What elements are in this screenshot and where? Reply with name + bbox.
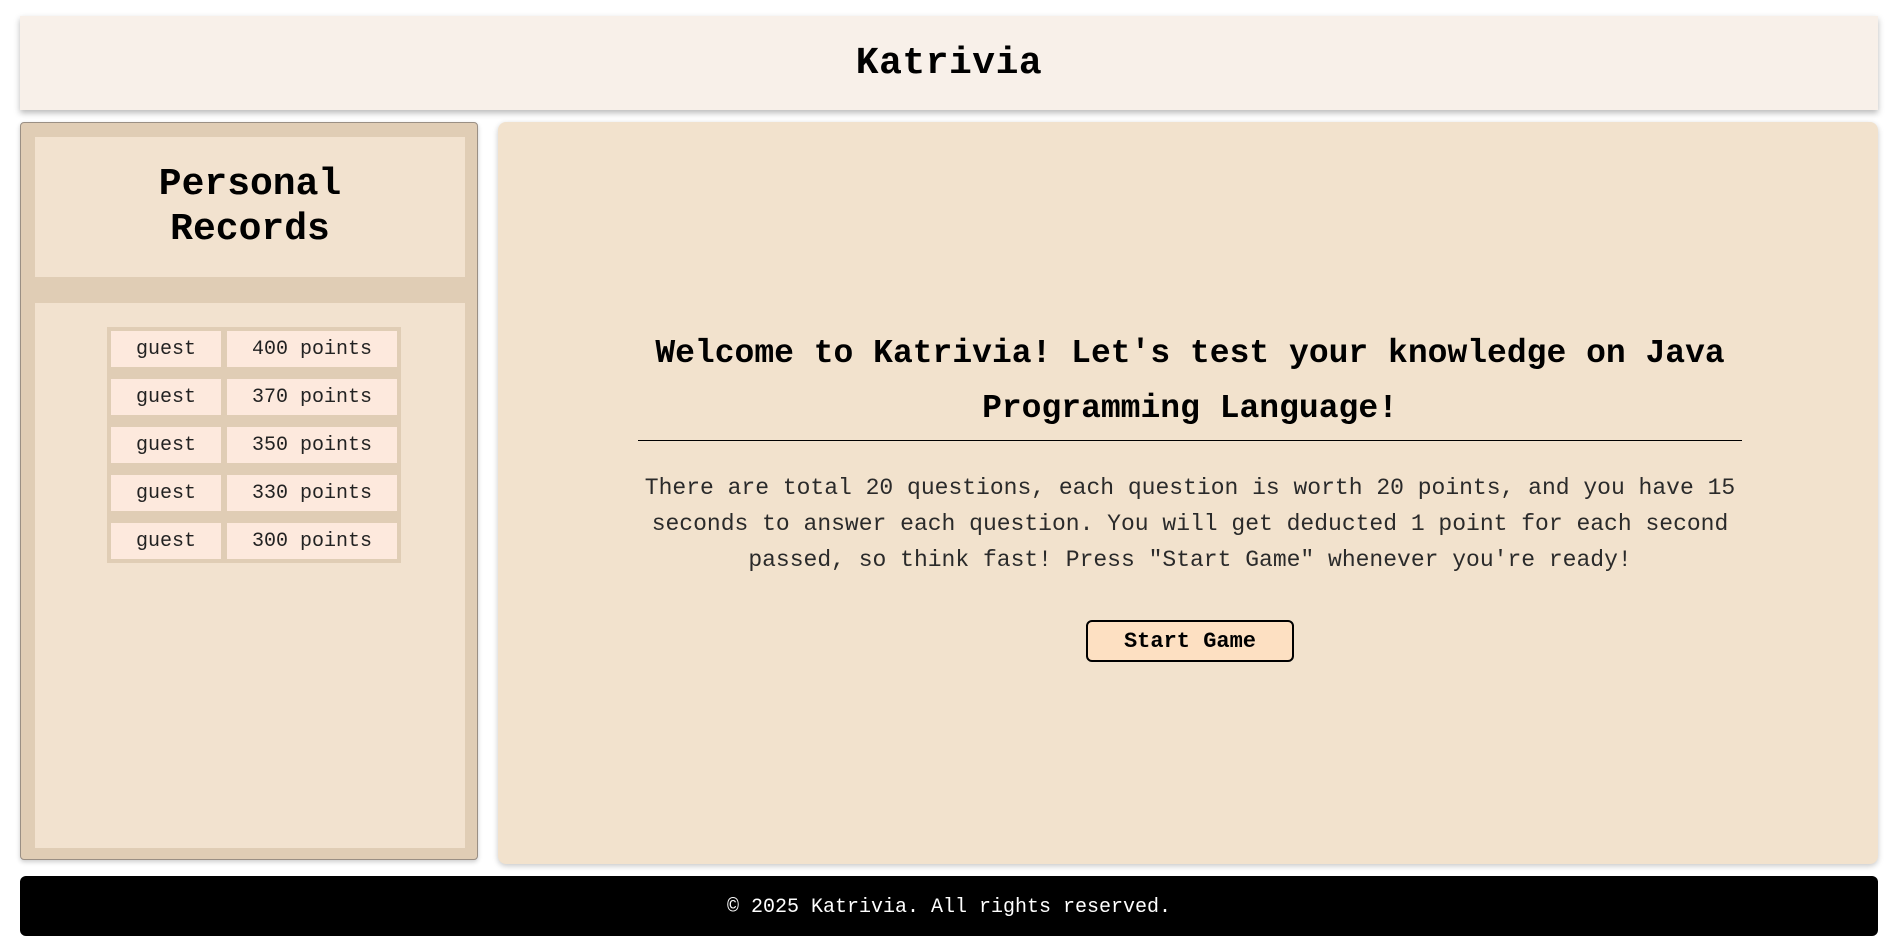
record-row: guest 400 points bbox=[111, 331, 397, 367]
record-row: guest 330 points bbox=[111, 475, 397, 511]
record-row: guest 300 points bbox=[111, 523, 397, 559]
record-row: guest 370 points bbox=[111, 379, 397, 415]
copyright-text: © 2025 Katrivia. All rights reserved. bbox=[726, 896, 1172, 919]
start-game-button[interactable]: Start Game bbox=[1086, 620, 1294, 662]
record-score: 370 points bbox=[227, 379, 397, 415]
record-score: 330 points bbox=[227, 475, 397, 511]
record-name: guest bbox=[111, 379, 221, 415]
records-table: guest 400 points guest 370 points guest … bbox=[107, 327, 401, 563]
records-header: Personal Records bbox=[35, 137, 465, 277]
records-sidebar: Personal Records guest 400 points guest … bbox=[20, 122, 478, 860]
records-body: guest 400 points guest 370 points guest … bbox=[35, 303, 465, 848]
record-score: 350 points bbox=[227, 427, 397, 463]
record-name: guest bbox=[111, 523, 221, 559]
app-title: Katrivia bbox=[855, 41, 1043, 85]
record-name: guest bbox=[111, 475, 221, 511]
game-description: There are total 20 questions, each quest… bbox=[644, 475, 1736, 573]
record-row: guest 350 points bbox=[111, 427, 397, 463]
main-panel: Welcome to Katrivia! Let's test your kno… bbox=[498, 122, 1878, 864]
page-footer: © 2025 Katrivia. All rights reserved. bbox=[20, 876, 1878, 936]
record-score: 400 points bbox=[227, 331, 397, 367]
page-header: Katrivia bbox=[20, 16, 1878, 110]
record-name: guest bbox=[111, 331, 221, 367]
record-score: 300 points bbox=[227, 523, 397, 559]
welcome-heading: Welcome to Katrivia! Let's test your kno… bbox=[638, 326, 1742, 441]
records-title: Personal Records bbox=[158, 163, 342, 251]
record-name: guest bbox=[111, 427, 221, 463]
